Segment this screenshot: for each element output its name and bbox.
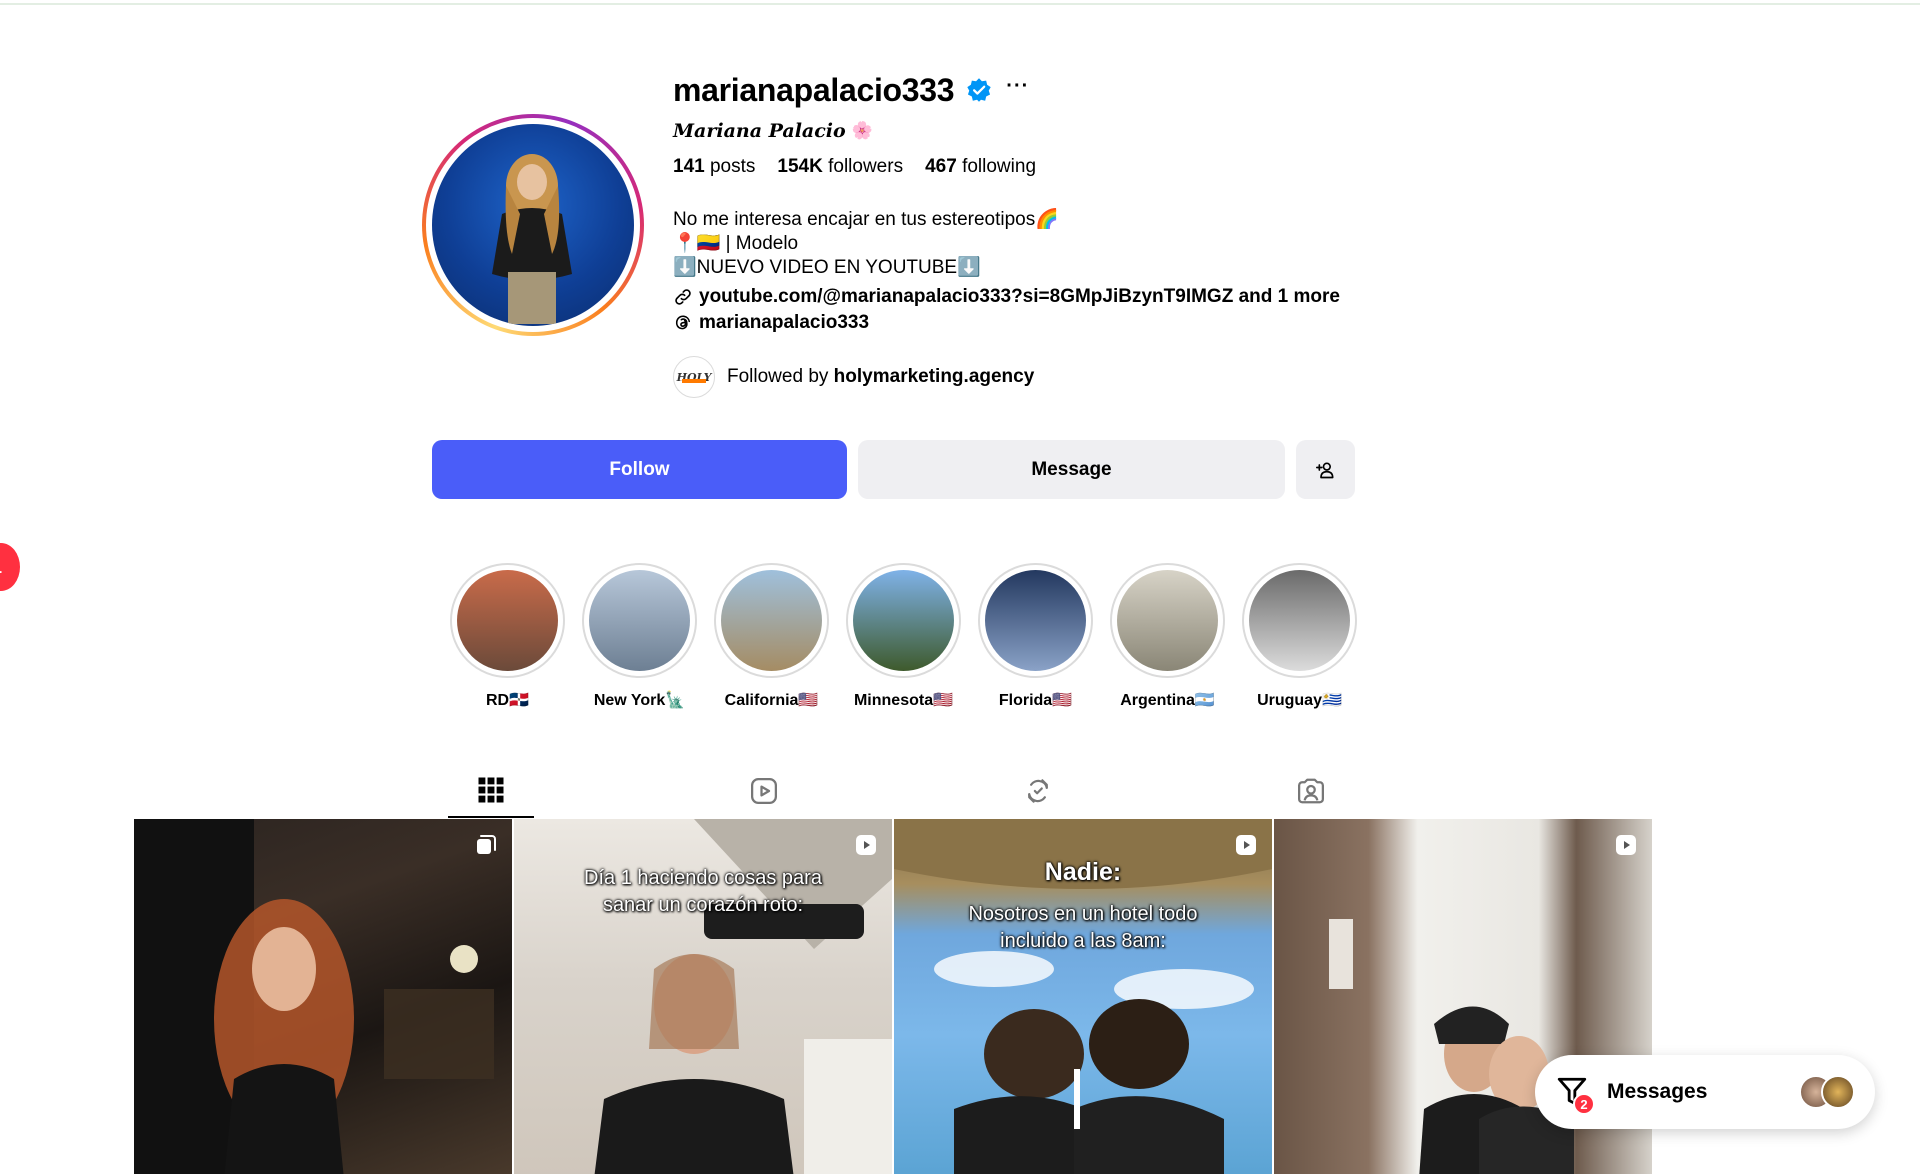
highlight-item[interactable]: Argentina🇦🇷 (1110, 563, 1225, 710)
post-caption: Nosotros en un hotel todo incluido a las… (968, 903, 1198, 952)
full-name: Mariana Palacio 🌸 (673, 120, 873, 142)
highlight-item[interactable]: California🇺🇸 (714, 563, 829, 710)
messages-unread-badge: 2 (1573, 1093, 1595, 1115)
post-caption-title: Nadie: (1044, 858, 1122, 886)
notification-badge[interactable]: 1 (0, 543, 20, 591)
highlight-cover (457, 570, 558, 671)
reel-icon (856, 835, 876, 855)
bio: No me interesa encajar en tus estereotip… (673, 208, 1393, 280)
grid-icon (478, 777, 504, 802)
repost-icon (1027, 778, 1048, 803)
bio-link[interactable]: youtube.com/@marianapalacio333?si=8GMpJi… (673, 286, 1393, 308)
message-button[interactable]: Message (858, 440, 1285, 499)
more-options-icon[interactable]: ··· (1006, 76, 1029, 99)
following-count[interactable]: 467 following (925, 156, 1036, 178)
highlight-ring (1242, 563, 1357, 678)
highlight-ring (450, 563, 565, 678)
verified-badge-icon (967, 78, 991, 102)
profile-stats: 141 posts 154K followers 467 following (673, 156, 1393, 178)
highlight-cover (985, 570, 1086, 671)
tab-tagged[interactable] (1268, 763, 1354, 818)
top-divider (0, 0, 1920, 5)
tagged-icon (1297, 778, 1324, 803)
post-tile[interactable]: Día 1 haciendo cosas para sanar un coraz… (514, 819, 892, 1174)
messages-icon-wrap: 2 (1555, 1075, 1595, 1115)
messages-label: Messages (1607, 1080, 1708, 1103)
highlight-ring (714, 563, 829, 678)
tab-reposts[interactable] (995, 763, 1081, 818)
highlight-cover (1117, 570, 1218, 671)
highlight-cover (853, 570, 954, 671)
messages-button[interactable]: 2 Messages (1535, 1055, 1875, 1129)
highlight-item[interactable]: RD🇩🇴 (450, 563, 565, 710)
followers-count[interactable]: 154K followers (777, 156, 903, 178)
story-highlights: RD🇩🇴 New York🗽 California🇺🇸 Minnesota🇺🇸 Flor… (450, 563, 1357, 710)
add-user-icon (1315, 462, 1333, 478)
highlight-item[interactable]: Minnesota🇺🇸 (846, 563, 961, 710)
carousel-icon (477, 835, 496, 854)
highlight-label: Uruguay🇺🇾 (1257, 692, 1342, 709)
post-tile[interactable] (134, 819, 512, 1174)
avatar-photo (432, 124, 634, 326)
profile-tabs (448, 763, 1354, 818)
messages-avatars (1799, 1075, 1855, 1109)
profile-header: marianapalacio333 ··· Mariana Palacio 🌸 … (673, 66, 1393, 398)
bio-line-1: No me interesa encajar en tus estereotip… (673, 209, 1059, 230)
highlight-ring (846, 563, 961, 678)
highlight-cover (721, 570, 822, 671)
highlight-ring (582, 563, 697, 678)
flower-emoji: 🌸 (851, 121, 873, 141)
threads-link[interactable]: marianapalacio333 (673, 312, 1393, 334)
highlight-cover (589, 570, 690, 671)
username: marianapalacio333 (673, 71, 955, 108)
profile-actions: Follow Message (432, 440, 1355, 499)
highlight-label: Argentina🇦🇷 (1120, 692, 1215, 709)
posts-count: 141 posts (673, 156, 756, 177)
followed-by-avatar: HOLY (673, 356, 715, 398)
highlight-label: California🇺🇸 (724, 692, 819, 709)
posts-grid: Día 1 haciendo cosas para sanar un coraz… (134, 819, 1652, 1174)
suggested-users-button[interactable] (1296, 440, 1355, 499)
highlight-cover (1249, 570, 1350, 671)
avatar (1821, 1075, 1855, 1109)
tab-posts[interactable] (448, 763, 534, 818)
followed-by-prefix: Followed by (727, 366, 829, 387)
bio-line-3: ⬇️NUEVO VIDEO EN YOUTUBE⬇️ (673, 257, 981, 278)
bio-link-text[interactable]: youtube.com/@marianapalacio333?si=8GMpJi… (699, 286, 1340, 308)
link-icon (675, 289, 691, 305)
threads-handle[interactable]: marianapalacio333 (699, 312, 869, 334)
highlight-item[interactable]: Uruguay🇺🇾 (1242, 563, 1357, 710)
highlight-label: Minnesota🇺🇸 (853, 692, 954, 709)
threads-icon (675, 315, 691, 330)
followed-by-account[interactable]: holymarketing.agency (834, 366, 1035, 388)
post-caption: Día 1 haciendo cosas para sanar un coraz… (584, 867, 822, 916)
highlight-item[interactable]: Florida🇺🇸 (978, 563, 1093, 710)
highlight-label: New York🗽 (593, 692, 686, 709)
profile-avatar[interactable] (422, 114, 644, 336)
post-tile[interactable]: Nadie: Nosotros en un hotel todo incluid… (894, 819, 1272, 1174)
bio-line-2: 📍🇨🇴 | Modelo (673, 233, 799, 254)
reels-icon (751, 777, 778, 804)
highlight-item[interactable]: New York🗽 (582, 563, 697, 710)
followed-by[interactable]: HOLY Followed by holymarketing.agency (673, 356, 1393, 398)
reel-icon (1236, 835, 1256, 855)
reel-icon (1616, 835, 1636, 855)
follow-button[interactable]: Follow (432, 440, 847, 499)
tab-reels[interactable] (721, 763, 807, 818)
highlight-label: RD🇩🇴 (485, 692, 530, 709)
highlight-ring (1110, 563, 1225, 678)
post-image (134, 819, 494, 1174)
highlight-label: Florida🇺🇸 (998, 692, 1073, 709)
highlight-ring (978, 563, 1093, 678)
